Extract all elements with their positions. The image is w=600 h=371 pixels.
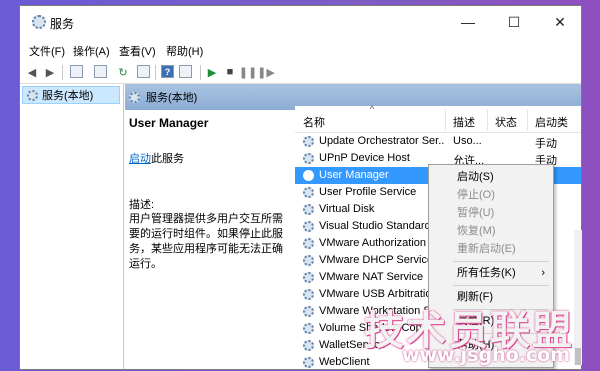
service-gear-icon (303, 272, 314, 283)
column-status[interactable]: 状态 (495, 114, 517, 130)
export-list-icon[interactable] (137, 65, 150, 78)
service-gear-icon (303, 170, 314, 181)
description-label: 描述: (129, 199, 155, 211)
refresh-icon[interactable]: ↻ (115, 64, 131, 80)
service-gear-icon (303, 357, 314, 368)
menu-help[interactable]: 帮助(H) (166, 43, 203, 59)
column-divider[interactable] (487, 109, 488, 131)
service-gear-icon (303, 204, 314, 215)
restart-icon[interactable]: ❚▶ (257, 64, 275, 80)
service-gear-icon (303, 255, 314, 266)
pause-icon[interactable]: ❚❚ (239, 64, 257, 80)
services-gear-icon (129, 91, 140, 103)
service-name: User Manager (319, 169, 389, 181)
description-text: 用户管理器提供多用户交互所需要的运行时组件。如果停止此服务，某些应用程序可能无法… (129, 213, 283, 270)
service-gear-icon (303, 306, 314, 317)
forward-arrow-icon[interactable]: ▶ (42, 64, 58, 80)
toolbar-separator (62, 65, 63, 80)
service-name: User Profile Service (319, 186, 417, 198)
menu-separator (453, 285, 549, 286)
console-tree: 服务(本地) (20, 84, 124, 369)
service-gear-icon (303, 340, 314, 351)
menu-view[interactable]: 查看(V) (119, 43, 156, 59)
back-arrow-icon[interactable]: ◀ (24, 64, 40, 80)
menu-file[interactable]: 文件(F) (29, 43, 65, 59)
menu-item-all-tasks[interactable]: 所有任务(K) › (429, 264, 553, 282)
service-gear-icon (303, 238, 314, 249)
service-name: Update Orchestrator Ser... (319, 135, 445, 147)
service-gear-icon (303, 136, 314, 147)
window-title: 服务 (50, 17, 75, 31)
show-console-tree-icon[interactable] (70, 65, 83, 78)
services-app-icon (32, 15, 46, 29)
start-service-line: 启动此服务 (129, 150, 291, 166)
start-service-link[interactable]: 启动 (129, 153, 151, 165)
menu-item-resume[interactable]: 恢复(M) (429, 222, 553, 240)
menu-item-pause[interactable]: 暂停(U) (429, 204, 553, 222)
service-gear-icon (303, 187, 314, 198)
toolbar-separator (200, 65, 201, 80)
site-watermark: 技术员联盟 www.jsgho.com (362, 298, 600, 370)
toolbar: ◀ ▶ ↻ ? ▶ ■ ❚❚ ❚▶ (20, 61, 581, 84)
properties-sheet-icon[interactable] (94, 65, 107, 78)
maximize-button[interactable]: ☐ (491, 6, 537, 38)
description-panel: User Manager 启动此服务 描述: 用户管理器提供多用户交互所需要的运… (129, 114, 291, 272)
play-icon[interactable]: ▶ (204, 64, 220, 80)
menu-action[interactable]: 操作(A) (73, 43, 110, 59)
details-header-label: 服务(本地) (146, 92, 198, 104)
service-gear-icon (303, 153, 314, 164)
sort-ascending-icon: ^ (370, 104, 375, 114)
view-icon[interactable] (179, 65, 192, 78)
service-gear-icon (303, 221, 314, 232)
service-name: Virtual Disk (319, 203, 375, 215)
menu-separator (453, 261, 549, 262)
watermark-url: www.jsgho.com (402, 344, 570, 366)
column-description[interactable]: 描述 (453, 114, 475, 130)
service-name: UPnP Device Host (319, 152, 410, 164)
column-divider[interactable] (527, 109, 528, 131)
service-description: Uso... (453, 135, 482, 147)
tree-node-label: 服务(本地) (42, 90, 94, 102)
services-gear-icon (27, 89, 38, 101)
menu-item-all-tasks-label: 所有任务(K) (457, 267, 516, 279)
menu-bar: 文件(F) 操作(A) 查看(V) 帮助(H) (20, 40, 581, 60)
toolbar-separator (155, 65, 156, 80)
tree-node-services-local[interactable]: 服务(本地) (22, 86, 120, 104)
service-gear-icon (303, 323, 314, 334)
menu-item-restart[interactable]: 重新启动(E) (429, 240, 553, 258)
service-gear-icon (303, 289, 314, 300)
column-divider[interactable] (445, 109, 446, 131)
service-name: Visual Studio Standard (319, 220, 431, 232)
column-header-row: ^ 名称 描述 状态 启动类 (295, 104, 581, 133)
submenu-arrow-icon: › (541, 267, 545, 279)
service-startup: 手动 (535, 138, 557, 150)
column-name[interactable]: 名称 (303, 114, 325, 130)
stop-icon[interactable]: ■ (222, 64, 238, 80)
help-icon[interactable]: ? (161, 65, 174, 78)
selected-service-name: User Manager (129, 116, 209, 130)
menu-item-start[interactable]: 启动(S) (429, 168, 553, 186)
service-name: VMware NAT Service (319, 271, 424, 283)
service-row[interactable]: Update Orchestrator Ser... Uso... 手动 (295, 133, 581, 150)
start-service-suffix: 此服务 (151, 153, 184, 165)
column-startup-type[interactable]: 启动类 (535, 114, 568, 130)
menu-item-stop[interactable]: 停止(O) (429, 186, 553, 204)
service-name: VMware Authorization (319, 237, 426, 249)
title-bar: 服务 — ☐ ✕ (20, 6, 581, 38)
service-name: VMware DHCP Service (319, 254, 434, 266)
close-button[interactable]: ✕ (537, 6, 583, 38)
minimize-button[interactable]: — (445, 6, 491, 38)
